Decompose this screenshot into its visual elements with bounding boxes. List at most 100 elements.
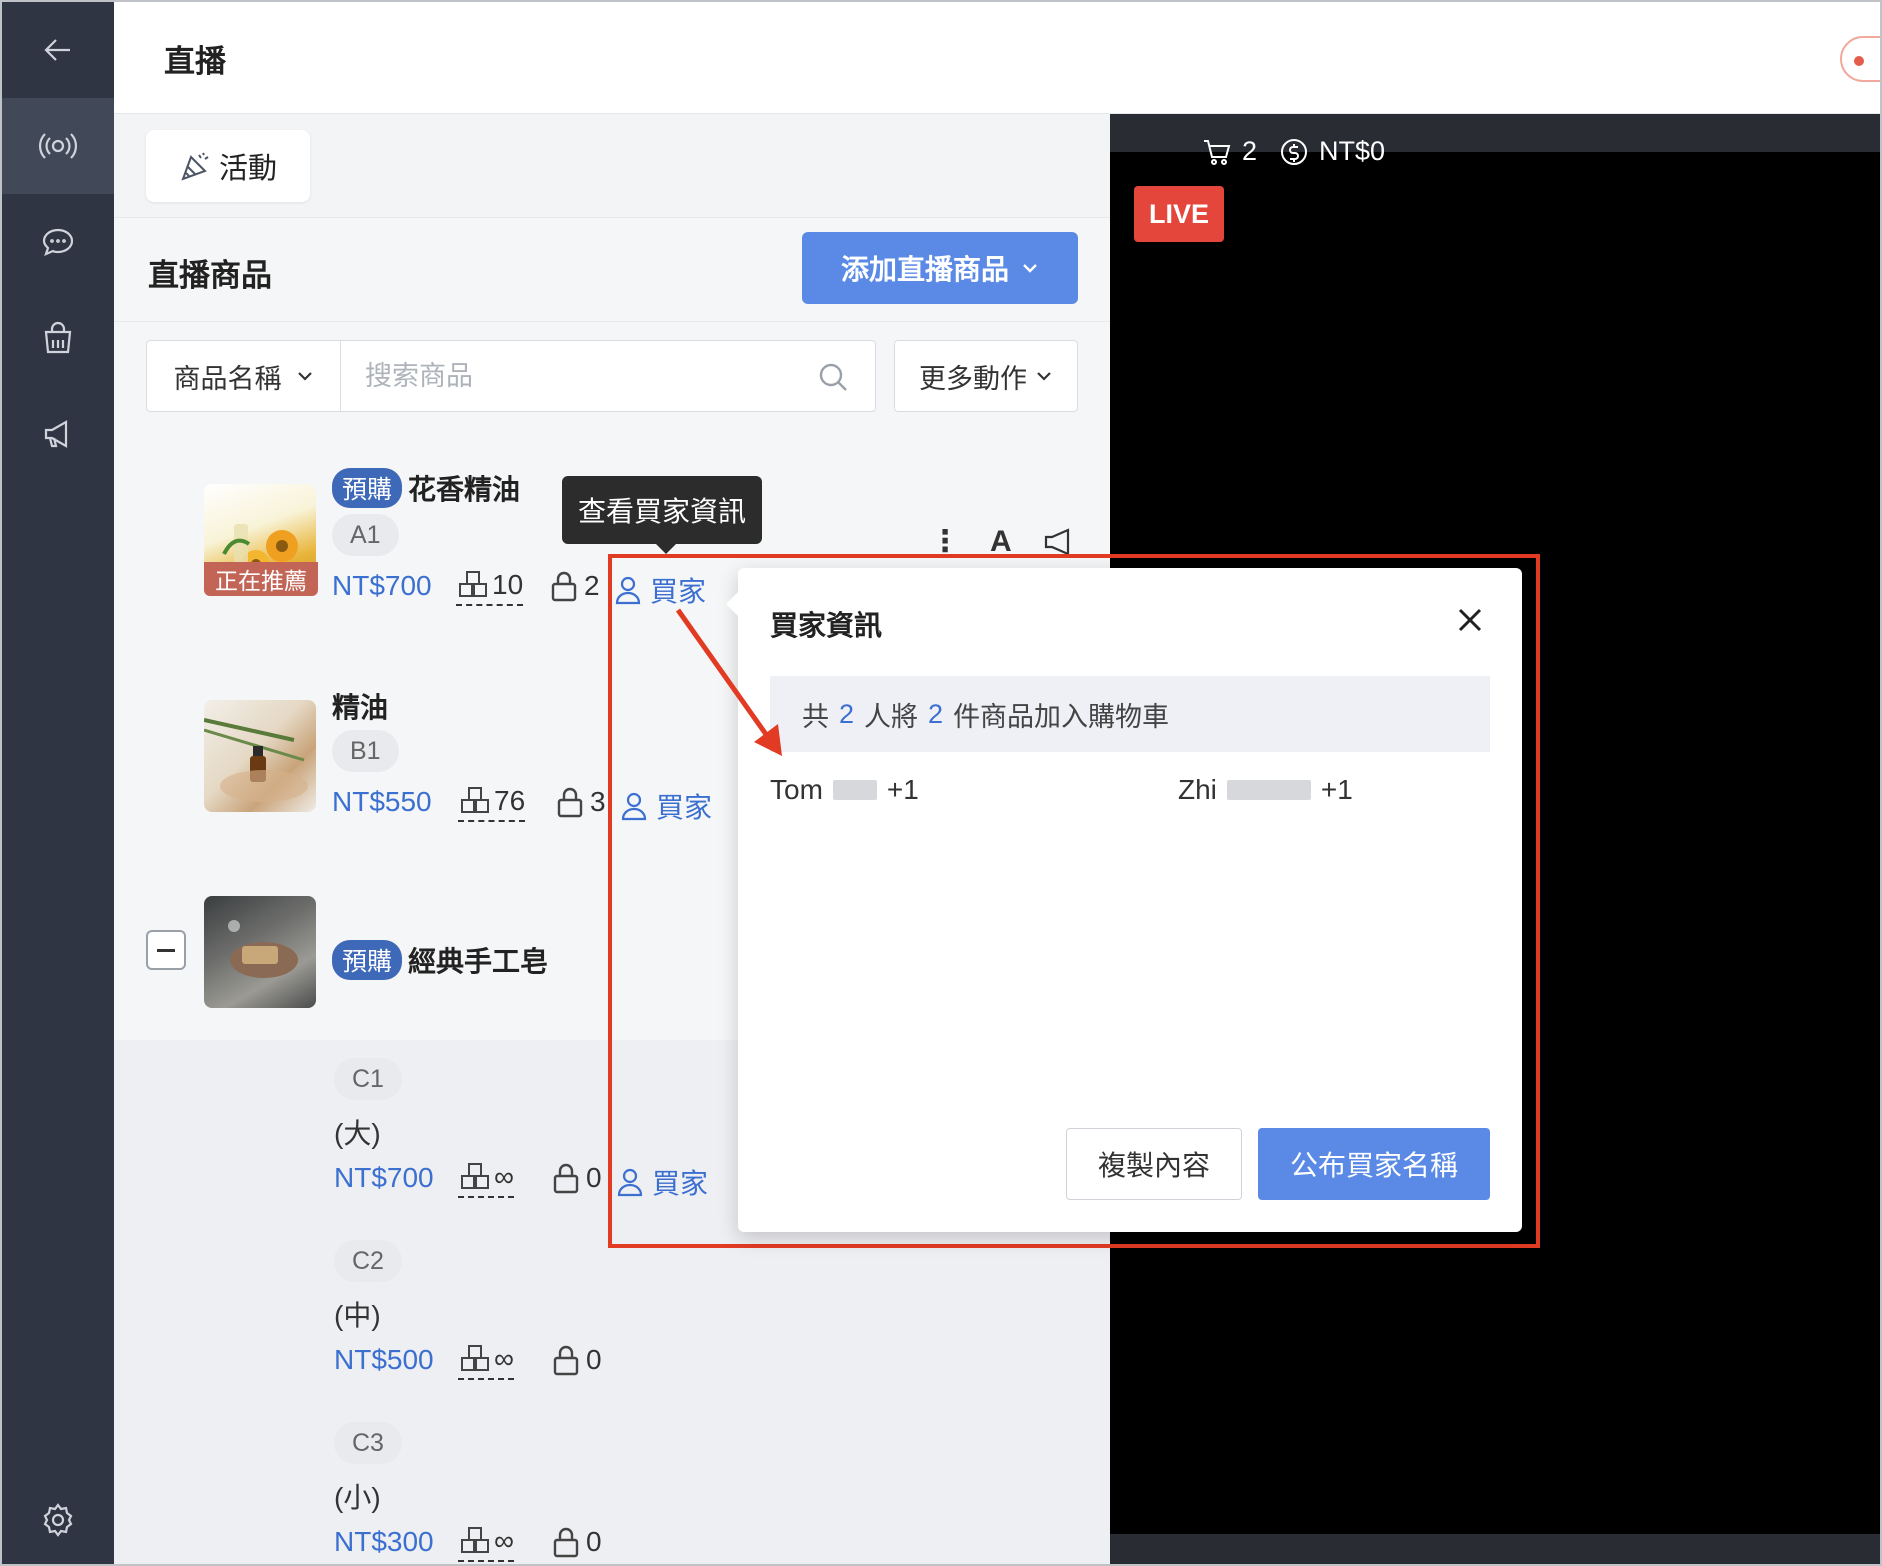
product-code: A1 [332,514,399,556]
filter-field-select[interactable]: 商品名稱 [147,341,341,411]
lock-icon [557,787,583,818]
sales-amount: NT$0 [1319,136,1386,166]
soap-image [228,920,298,978]
locked-value: 2 [584,570,600,601]
product-name[interactable]: 精油 [332,692,388,723]
buyer-qty: +1 [1320,774,1353,805]
product-name[interactable]: 經典手工皂 [408,946,548,977]
locked-value: 0 [586,1344,602,1375]
live-status-pill[interactable] [1840,36,1880,82]
top-bar: 直播 [114,2,1880,114]
add-live-product-label: 添加直播商品 [840,254,1009,285]
variant-size: (大) [334,1118,381,1149]
variant-size: (中) [334,1300,381,1331]
filter-bar: 商品名稱 [146,340,876,412]
section-title: 直播商品 [148,258,272,293]
back-arrow-icon [44,39,70,61]
variant-price: NT$700 [334,1162,434,1193]
live-badge: LIVE [1134,186,1224,242]
stock-count[interactable]: ∞ [458,1160,514,1198]
product-thumbnail[interactable] [204,700,316,812]
copy-content-button[interactable]: 複製內容 [1066,1128,1242,1200]
locked-count: 0 [552,1526,602,1558]
collapse-variants-button[interactable] [146,930,186,970]
locked-value: 0 [586,1526,602,1557]
buyer-info-tooltip: 查看買家資訊 [562,476,762,554]
product-name[interactable]: 花香精油 [408,474,520,505]
sidebar-item-chat[interactable] [2,194,114,290]
preorder-tag: 預購 [332,940,403,980]
cart-count: 2 [1242,136,1258,166]
stock-count[interactable]: 76 [458,784,526,822]
chevron-down-icon [1023,264,1037,273]
activity-button[interactable]: 活動 [146,130,310,202]
app-window: 直播 活動 直播商品 添加直播商品 商品名稱 更多動作 [0,0,1882,1566]
more-actions-button[interactable]: 更多動作 [894,340,1078,412]
locked-count: 2 [550,570,600,602]
stock-value: ∞ [494,1343,514,1374]
product-code: B1 [332,730,399,772]
page-title: 直播 [164,44,226,79]
dollar-circle-icon [1281,138,1308,165]
summary-people-count: 2 [839,698,855,729]
preorder-tag: 預購 [332,468,403,508]
stock-count[interactable]: ∞ [458,1524,514,1562]
sidebar-item-marketing[interactable] [2,386,114,482]
chevron-down-icon [1037,372,1051,381]
publish-buyer-names-button[interactable]: 公布買家名稱 [1258,1128,1490,1200]
product-title-row: 預購 經典手工皂 [332,940,548,980]
buyer-name: Tom [770,774,823,805]
inventory-icon [461,1527,489,1553]
sidebar-item-live[interactable] [2,98,114,194]
buyer-name: Zhi [1178,774,1217,805]
live-bottom-strip [1110,1534,1880,1564]
variant-price: NT$300 [334,1526,434,1557]
variant-price: NT$500 [334,1344,434,1375]
live-icon [38,133,78,159]
redacted-name-block [832,780,877,800]
stock-count[interactable]: ∞ [458,1342,514,1380]
inventory-icon [461,787,489,813]
locked-count: 3 [556,786,606,818]
product-title-row: 精油 [332,686,388,726]
sidebar [2,2,114,1564]
lock-icon [553,1345,579,1376]
stock-value: ∞ [494,1161,514,1192]
search-icon[interactable] [817,361,849,393]
stock-count[interactable]: 10 [456,568,524,606]
locked-value: 0 [586,1162,602,1193]
product-thumbnail[interactable] [204,896,316,1008]
buyer-entry: Tom +1 [770,774,919,806]
buyer-info-popover: 買家資訊 共 2 人將 2 件商品加入購物車 Tom +1 Zhi +1 複製內… [726,568,1522,1232]
buyer-entry: Zhi +1 [1178,774,1353,806]
variant-size: (小) [334,1482,381,1513]
locked-value: 3 [590,786,606,817]
product-title-row: 預購 花香精油 [332,468,520,508]
summary-suffix: 件商品加入購物車 [953,701,1170,732]
back-button[interactable] [2,2,114,98]
cart-icon [1204,139,1231,165]
lock-icon [553,1527,579,1558]
variant-code: C3 [334,1422,402,1464]
lock-icon [551,571,577,602]
annotation-arrow-icon [675,608,782,756]
stock-value: 76 [494,785,526,816]
settings-button[interactable] [2,1472,114,1564]
add-live-product-button[interactable]: 添加直播商品 [802,232,1078,304]
sidebar-item-shop[interactable] [2,290,114,386]
locked-count: 0 [552,1344,602,1376]
close-icon[interactable] [1454,604,1486,636]
megaphone-icon[interactable] [1042,527,1076,557]
buyer-qty: +1 [886,774,919,805]
megaphone-icon [44,420,68,448]
stock-value: 10 [492,569,524,600]
search-input[interactable] [343,341,823,411]
inventory-icon [459,571,487,597]
summary-mid: 人將 [864,701,919,732]
live-dot-icon [1854,56,1864,66]
more-actions-label: 更多動作 [919,363,1027,394]
activity-label: 活動 [218,153,277,185]
cart-summary: 共 2 人將 2 件商品加入購物車 [770,676,1490,752]
oil-bottle-image [204,718,308,802]
product-price: NT$700 [332,570,432,601]
